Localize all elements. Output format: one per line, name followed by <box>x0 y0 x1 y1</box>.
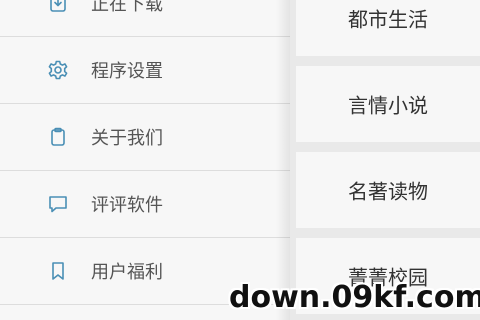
category-label: 言情小说 <box>348 93 428 118</box>
category-panel: 都市生活 言情小说 名著读物 菁菁校园 <box>290 0 480 320</box>
drawer-item-label: 用户福利 <box>91 262 163 283</box>
watermark: down.09kf.com <box>229 280 480 315</box>
clipboard-icon <box>47 126 69 148</box>
drawer-item-downloading[interactable]: 正在下载 <box>0 0 290 37</box>
drawer-item-label: 正在下载 <box>91 0 163 15</box>
comment-icon <box>47 193 69 215</box>
category-card-romance[interactable]: 言情小说 <box>296 66 480 142</box>
drawer-item-label: 关于我们 <box>91 128 163 149</box>
bookmark-icon <box>47 260 69 282</box>
gear-icon <box>47 59 69 81</box>
drawer-item-label: 程序设置 <box>91 61 163 82</box>
drawer-item-settings[interactable]: 程序设置 <box>0 37 290 104</box>
download-icon <box>47 0 69 14</box>
category-card-classics[interactable]: 名著读物 <box>296 152 480 228</box>
drawer-item-about[interactable]: 关于我们 <box>0 104 290 171</box>
category-label: 都市生活 <box>348 7 428 32</box>
category-card-urban-life[interactable]: 都市生活 <box>296 0 480 56</box>
category-label: 名著读物 <box>348 179 428 204</box>
navigation-drawer: 正在下载 程序设置 关于我们 评评软件 用户福利 <box>0 0 290 320</box>
drawer-item-rate-app[interactable]: 评评软件 <box>0 171 290 238</box>
drawer-item-label: 评评软件 <box>91 195 163 216</box>
